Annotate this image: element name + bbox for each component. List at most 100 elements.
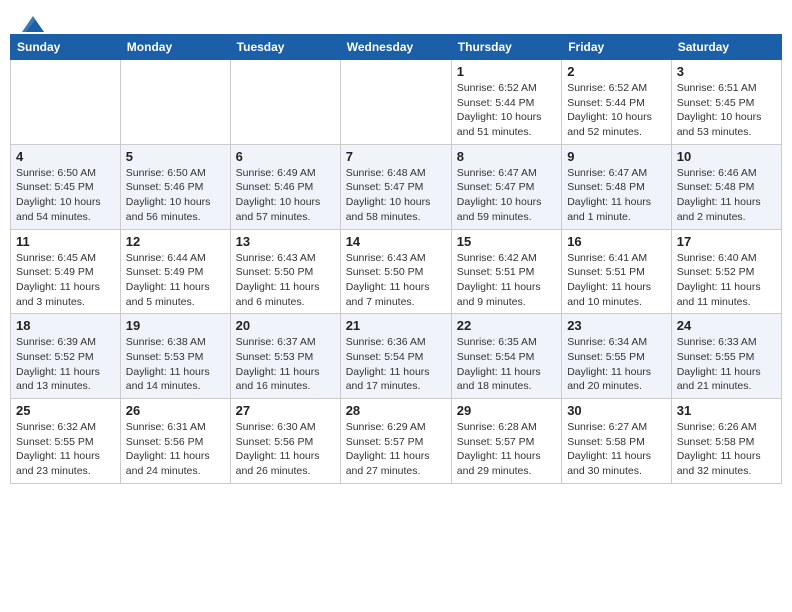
calendar-cell: 4 Sunrise: 6:50 AMSunset: 5:45 PMDaylight… [11, 144, 121, 229]
column-header-friday: Friday [562, 35, 672, 60]
day-number: 4 [16, 149, 115, 164]
cell-info: Sunrise: 6:37 AMSunset: 5:53 PMDaylight:… [236, 335, 335, 394]
day-number: 25 [16, 403, 115, 418]
calendar-cell: 2Sunrise: 6:52 AMSunset: 5:44 PMDaylight… [562, 60, 672, 145]
page-header [10, 10, 782, 30]
cell-info: Sunrise: 6:50 AMSunset: 5:46 PMDaylight:… [126, 166, 225, 225]
day-number: 14 [346, 234, 446, 249]
day-number: 26 [126, 403, 225, 418]
calendar-cell: 30 Sunrise: 6:27 AMSunset: 5:58 PMDayligh… [562, 399, 672, 484]
day-number: 31 [677, 403, 776, 418]
cell-info: Sunrise: 6:46 AMSunset: 5:48 PMDaylight:… [677, 166, 776, 225]
day-number: 19 [126, 318, 225, 333]
column-header-tuesday: Tuesday [230, 35, 340, 60]
cell-info: Sunrise: 6:34 AMSunset: 5:55 PMDaylight:… [567, 335, 666, 394]
day-number: 10 [677, 149, 776, 164]
day-number: 6 [236, 149, 335, 164]
day-number: 22 [457, 318, 556, 333]
calendar-cell: 14 Sunrise: 6:43 AMSunset: 5:50 PMDayligh… [340, 229, 451, 314]
cell-info: Sunrise: 6:42 AMSunset: 5:51 PMDaylight:… [457, 251, 556, 310]
cell-info: Sunrise: 6:45 AMSunset: 5:49 PMDaylight:… [16, 251, 115, 310]
day-number: 21 [346, 318, 446, 333]
calendar-week-row: 18Sunrise: 6:39 AMSunset: 5:52 PMDayligh… [11, 314, 782, 399]
cell-info: Sunrise: 6:44 AMSunset: 5:49 PMDaylight:… [126, 251, 225, 310]
day-number: 8 [457, 149, 556, 164]
day-number: 28 [346, 403, 446, 418]
calendar-cell: 16Sunrise: 6:41 AMSunset: 5:51 PMDayligh… [562, 229, 672, 314]
calendar-cell: 9 Sunrise: 6:47 AMSunset: 5:48 PMDaylight… [562, 144, 672, 229]
column-header-saturday: Saturday [671, 35, 781, 60]
cell-info: Sunrise: 6:35 AMSunset: 5:54 PMDaylight:… [457, 335, 556, 394]
calendar-week-row: 4 Sunrise: 6:50 AMSunset: 5:45 PMDaylight… [11, 144, 782, 229]
day-number: 15 [457, 234, 556, 249]
calendar-week-row: 1 Sunrise: 6:52 AMSunset: 5:44 PMDaylight… [11, 60, 782, 145]
calendar-cell: 27Sunrise: 6:30 AMSunset: 5:56 PMDayligh… [230, 399, 340, 484]
cell-info: Sunrise: 6:43 AMSunset: 5:50 PMDaylight:… [236, 251, 335, 310]
cell-info: Sunrise: 6:33 AMSunset: 5:55 PMDaylight:… [677, 335, 776, 394]
cell-info: Sunrise: 6:31 AMSunset: 5:56 PMDaylight:… [126, 420, 225, 479]
day-number: 11 [16, 234, 115, 249]
column-header-wednesday: Wednesday [340, 35, 451, 60]
day-number: 27 [236, 403, 335, 418]
cell-info: Sunrise: 6:47 AMSunset: 5:48 PMDaylight:… [567, 166, 666, 225]
calendar-cell: 28 Sunrise: 6:29 AMSunset: 5:57 PMDayligh… [340, 399, 451, 484]
calendar-cell: 3Sunrise: 6:51 AMSunset: 5:45 PMDaylight… [671, 60, 781, 145]
calendar-cell: 19 Sunrise: 6:38 AMSunset: 5:53 PMDayligh… [120, 314, 230, 399]
day-number: 24 [677, 318, 776, 333]
cell-info: Sunrise: 6:52 AMSunset: 5:44 PMDaylight:… [567, 81, 666, 140]
cell-info: Sunrise: 6:40 AMSunset: 5:52 PMDaylight:… [677, 251, 776, 310]
calendar-cell: 10 Sunrise: 6:46 AMSunset: 5:48 PMDayligh… [671, 144, 781, 229]
calendar-cell: 18Sunrise: 6:39 AMSunset: 5:52 PMDayligh… [11, 314, 121, 399]
day-number: 29 [457, 403, 556, 418]
calendar-cell [340, 60, 451, 145]
calendar-cell: 21 Sunrise: 6:36 AMSunset: 5:54 PMDayligh… [340, 314, 451, 399]
calendar-cell [230, 60, 340, 145]
cell-info: Sunrise: 6:51 AMSunset: 5:45 PMDaylight:… [677, 81, 776, 140]
calendar-header-row: SundayMondayTuesdayWednesdayThursdayFrid… [11, 35, 782, 60]
day-number: 23 [567, 318, 666, 333]
cell-info: Sunrise: 6:47 AMSunset: 5:47 PMDaylight:… [457, 166, 556, 225]
logo-icon [22, 16, 44, 32]
cell-info: Sunrise: 6:32 AMSunset: 5:55 PMDaylight:… [16, 420, 115, 479]
calendar-cell: 22 Sunrise: 6:35 AMSunset: 5:54 PMDayligh… [451, 314, 561, 399]
calendar-cell [120, 60, 230, 145]
calendar-cell: 5 Sunrise: 6:50 AMSunset: 5:46 PMDaylight… [120, 144, 230, 229]
calendar-cell: 31Sunrise: 6:26 AMSunset: 5:58 PMDayligh… [671, 399, 781, 484]
day-number: 12 [126, 234, 225, 249]
calendar-cell: 24 Sunrise: 6:33 AMSunset: 5:55 PMDayligh… [671, 314, 781, 399]
calendar-cell: 20 Sunrise: 6:37 AMSunset: 5:53 PMDayligh… [230, 314, 340, 399]
calendar-cell: 13Sunrise: 6:43 AMSunset: 5:50 PMDayligh… [230, 229, 340, 314]
calendar-cell: 17Sunrise: 6:40 AMSunset: 5:52 PMDayligh… [671, 229, 781, 314]
day-number: 18 [16, 318, 115, 333]
day-number: 30 [567, 403, 666, 418]
calendar-cell: 23 Sunrise: 6:34 AMSunset: 5:55 PMDayligh… [562, 314, 672, 399]
day-number: 9 [567, 149, 666, 164]
calendar-body: 1 Sunrise: 6:52 AMSunset: 5:44 PMDaylight… [11, 60, 782, 484]
cell-info: Sunrise: 6:50 AMSunset: 5:45 PMDaylight:… [16, 166, 115, 225]
day-number: 20 [236, 318, 335, 333]
cell-info: Sunrise: 6:43 AMSunset: 5:50 PMDaylight:… [346, 251, 446, 310]
cell-info: Sunrise: 6:38 AMSunset: 5:53 PMDaylight:… [126, 335, 225, 394]
cell-info: Sunrise: 6:52 AMSunset: 5:44 PMDaylight:… [457, 81, 556, 140]
calendar-table: SundayMondayTuesdayWednesdayThursdayFrid… [10, 34, 782, 484]
calendar-cell [11, 60, 121, 145]
calendar-cell: 8 Sunrise: 6:47 AMSunset: 5:47 PMDaylight… [451, 144, 561, 229]
column-header-thursday: Thursday [451, 35, 561, 60]
calendar-cell: 15 Sunrise: 6:42 AMSunset: 5:51 PMDayligh… [451, 229, 561, 314]
day-number: 1 [457, 64, 556, 79]
cell-info: Sunrise: 6:27 AMSunset: 5:58 PMDaylight:… [567, 420, 666, 479]
cell-info: Sunrise: 6:49 AMSunset: 5:46 PMDaylight:… [236, 166, 335, 225]
calendar-cell: 26 Sunrise: 6:31 AMSunset: 5:56 PMDayligh… [120, 399, 230, 484]
logo [20, 16, 44, 30]
calendar-cell: 11 Sunrise: 6:45 AMSunset: 5:49 PMDayligh… [11, 229, 121, 314]
cell-info: Sunrise: 6:41 AMSunset: 5:51 PMDaylight:… [567, 251, 666, 310]
cell-info: Sunrise: 6:28 AMSunset: 5:57 PMDaylight:… [457, 420, 556, 479]
cell-info: Sunrise: 6:29 AMSunset: 5:57 PMDaylight:… [346, 420, 446, 479]
cell-info: Sunrise: 6:36 AMSunset: 5:54 PMDaylight:… [346, 335, 446, 394]
day-number: 7 [346, 149, 446, 164]
calendar-cell: 1 Sunrise: 6:52 AMSunset: 5:44 PMDaylight… [451, 60, 561, 145]
day-number: 5 [126, 149, 225, 164]
calendar-cell: 25 Sunrise: 6:32 AMSunset: 5:55 PMDayligh… [11, 399, 121, 484]
calendar-cell: 7Sunrise: 6:48 AMSunset: 5:47 PMDaylight… [340, 144, 451, 229]
column-header-sunday: Sunday [11, 35, 121, 60]
